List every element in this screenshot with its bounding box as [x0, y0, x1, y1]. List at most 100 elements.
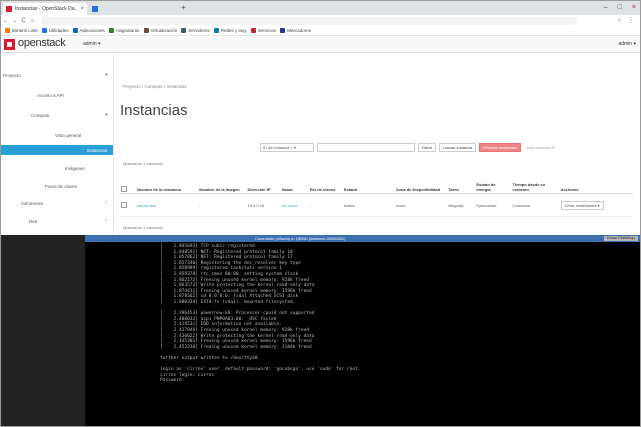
tab-close-icon[interactable]: ×	[80, 6, 84, 12]
user-menu[interactable]: admin ▾	[618, 41, 636, 47]
page-favicon-icon	[92, 6, 98, 12]
bookmark-label: Asignaturas	[115, 28, 140, 33]
more-actions-button[interactable]: Más acciones ▾	[523, 143, 558, 152]
column-header[interactable]	[119, 169, 136, 194]
sidebar-item[interactable]: Volúmenes ›	[21, 198, 107, 208]
maximize-icon[interactable]: □	[618, 4, 622, 12]
bookmark-folder-icon	[108, 28, 114, 33]
openstack-logo-icon[interactable]	[4, 39, 15, 50]
send-ctrl-alt-del-button[interactable]: Enviar CtrlAltSupr	[604, 236, 638, 241]
browser-menu-icon[interactable]: ⋮	[628, 17, 634, 24]
sidebar-item-label: Proyecto	[3, 72, 21, 78]
new-tab-icon[interactable]: +	[181, 4, 186, 12]
column-header: Nombre de la instancia	[135, 169, 198, 194]
bookmark-folder-icon	[143, 28, 149, 33]
table-cell: Ejecutando	[474, 193, 511, 217]
filter-button[interactable]: Filtrar	[418, 143, 437, 152]
sidebar-item-label: Imágenes	[65, 165, 85, 171]
sidebar-item[interactable]: Proyecto ▾	[3, 70, 108, 80]
minimize-icon[interactable]: –	[604, 4, 608, 12]
table-cell	[119, 193, 136, 217]
chevron-icon: ›	[105, 200, 107, 206]
tab-active[interactable]: Instancias - OpenStack Da... ×	[3, 3, 87, 15]
browser-window: Instancias - OpenStack Da... × + – □ × ←…	[0, 0, 641, 427]
bookmark-item[interactable]: Bitnami Liste	[5, 28, 38, 33]
filter-field-select[interactable]: ID de instancia = ▾	[260, 143, 314, 152]
home-icon[interactable]: ⌂	[28, 18, 37, 24]
bookmark-label: Redes y seg.	[220, 28, 248, 33]
sidebar-item[interactable]: Pares de claves	[45, 181, 77, 191]
openstack-header: openstack admin ▾ admin ▾	[1, 37, 640, 53]
project-selector[interactable]: admin ▾	[83, 41, 101, 47]
table-cell: Crear instantánea ▾	[558, 193, 633, 217]
sidebar-item[interactable]: Imágenes	[65, 163, 85, 173]
table-cell: nova	[394, 193, 447, 217]
sidebar: Proyecto ▾ Acceso a API Compute ▾ Vista gener…	[1, 53, 114, 235]
console-output: [ 1.845693] TCP cubic registered [ 1.848…	[160, 244, 361, 384]
sidebar-item-label: Pares de claves	[45, 183, 78, 189]
sidebar-item[interactable]: Red ›	[29, 216, 107, 226]
sidebar-item[interactable]: Vista general	[55, 130, 81, 140]
launch-instance-button[interactable]: Lanzar instancia	[439, 143, 477, 152]
url-field[interactable]	[41, 16, 577, 25]
filter-input[interactable]	[317, 143, 415, 152]
bookmark-label: Marcadores	[287, 28, 312, 33]
console-status-text: Conectado (cifrado) a: QEMU (instance-00…	[255, 236, 346, 241]
logo-text[interactable]: openstack	[18, 37, 66, 49]
bookmark-star-icon[interactable]: ☆	[617, 17, 622, 24]
bookmark-item[interactable]: Aplicaciones	[72, 28, 105, 33]
chevron-icon: ▾	[105, 112, 108, 118]
back-icon[interactable]: ←	[1, 18, 10, 24]
sidebar-item[interactable]: Acceso a API	[37, 90, 64, 100]
forward-icon[interactable]: →	[10, 18, 19, 24]
instances-table: Nombre de la instancia Nombre de la image…	[119, 169, 633, 217]
sidebar-item[interactable]: Instancias	[1, 145, 113, 155]
bookmark-item[interactable]: Servidores	[181, 28, 210, 33]
column-header: Nombre de la imagen	[197, 169, 246, 194]
table-cell: 10.0.0.15	[245, 193, 280, 217]
bookmark-folder-icon	[280, 28, 286, 33]
item-count-footer: Mostrando 1 elemento	[123, 225, 163, 230]
table-cell	[371, 193, 395, 217]
sidebar-item-label: Acceso a API	[37, 92, 64, 98]
bookmark-item[interactable]: Servicios	[251, 28, 276, 33]
tab-inactive[interactable]	[89, 4, 179, 14]
column-header: Tiempo desde su creación	[510, 169, 559, 194]
table-actions: ID de instancia = ▾ Filtrar Lanzar insta…	[260, 143, 558, 152]
bookmark-label: Aplicaciones	[79, 28, 105, 33]
bookmark-label: Servidores	[188, 28, 210, 33]
window-controls: – □ ×	[604, 4, 636, 12]
console-status-bar: Conectado (cifrado) a: QEMU (instance-00…	[85, 235, 640, 242]
bookmark-label: Virtualización	[150, 28, 178, 33]
row-actions-dropdown[interactable]: Crear instantánea ▾	[560, 200, 604, 210]
bookmark-item[interactable]: Redes y seg.	[213, 28, 248, 33]
delete-instances-button[interactable]: Eliminar instancias	[479, 143, 521, 152]
bookmark-item[interactable]: Asignaturas	[108, 28, 140, 33]
table-cell: Activo	[341, 193, 372, 217]
bookmark-folder-icon	[5, 28, 10, 33]
bookmarks-bar: Bitnami Liste Utilidades Aplicaciones Asign…	[1, 26, 640, 36]
table-cell[interactable]: m1.nano	[279, 193, 308, 217]
select-all-checkbox[interactable]	[121, 186, 127, 192]
bookmark-label: Utilidades	[48, 28, 69, 33]
bookmark-item[interactable]: Virtualización	[143, 28, 178, 33]
table-cell[interactable]: server-test	[135, 193, 198, 217]
tab-bar: Instancias - OpenStack Da... × + – □ ×	[1, 1, 640, 15]
window-close-icon[interactable]: ×	[632, 4, 636, 12]
column-header: Sabor	[279, 169, 308, 194]
address-bar-row: ← → C ⌂ ☆ ⋮	[1, 15, 640, 26]
column-header: Estado	[341, 169, 372, 194]
reload-icon[interactable]: C	[19, 18, 28, 24]
sidebar-item-label: Vista general	[55, 132, 82, 138]
openstack-favicon-icon	[6, 6, 12, 12]
table-cell: -	[197, 193, 246, 217]
bookmark-folder-icon	[72, 28, 78, 33]
sidebar-item[interactable]: Compute ▾	[31, 110, 108, 120]
column-header: Zona de Disponibilidad	[394, 169, 447, 194]
instance-console[interactable]: Conectado (cifrado) a: QEMU (instance-00…	[85, 235, 640, 426]
bookmark-label: Servicios	[258, 28, 277, 33]
row-checkbox[interactable]	[121, 202, 127, 208]
bookmark-item[interactable]: Marcadores	[280, 28, 311, 33]
table-cell: 0 minutos	[510, 193, 559, 217]
bookmark-item[interactable]: Utilidades	[41, 28, 69, 33]
